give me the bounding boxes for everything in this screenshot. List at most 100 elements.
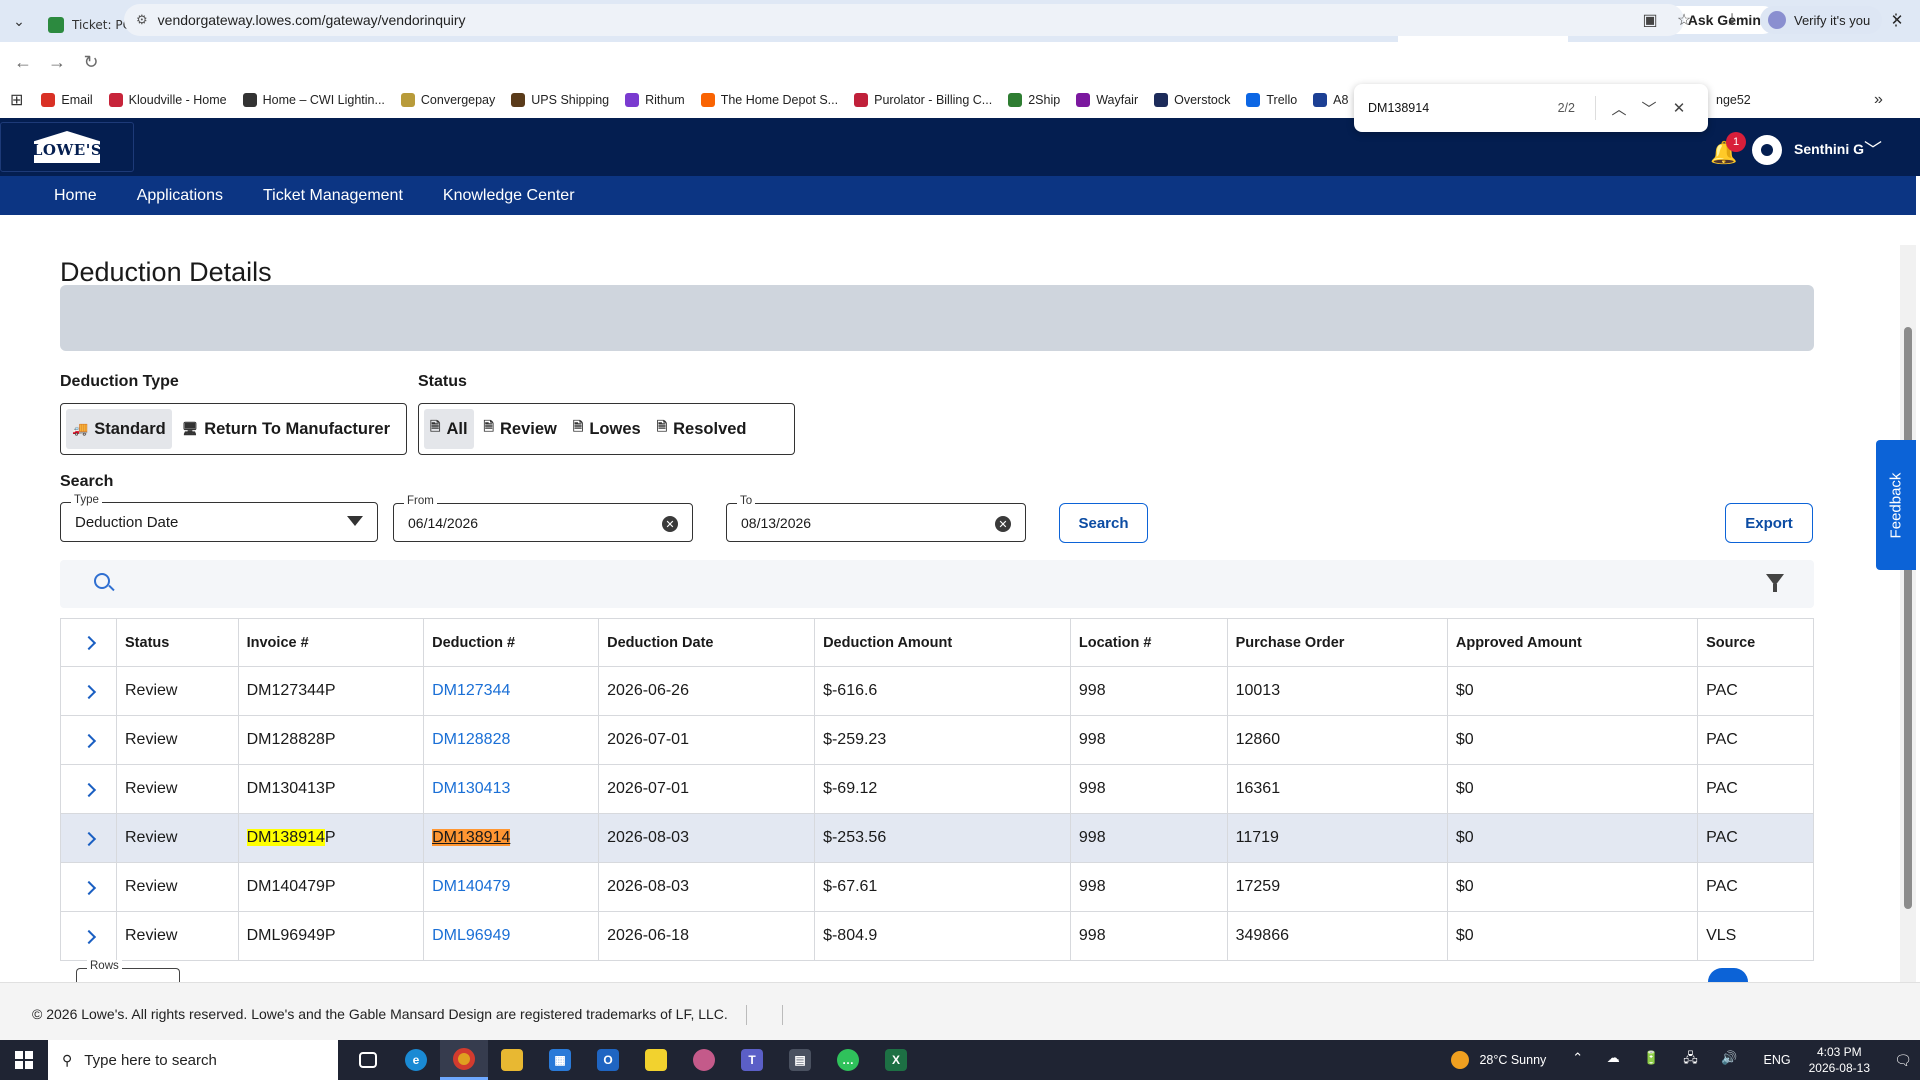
clear-from-icon[interactable]: ✕ [662,516,678,532]
download-icon[interactable]: ⤓ [1716,4,1748,36]
verify-profile-button[interactable]: Verify it's you [1760,6,1883,34]
deduction-link[interactable]: DM127344 [432,682,510,699]
nav-applications[interactable]: Applications [137,187,223,205]
nav-ticket-management[interactable]: Ticket Management [263,187,403,205]
outlook-icon[interactable]: O [584,1040,632,1080]
forward-button[interactable]: → [40,45,74,79]
browser-menu-icon[interactable]: ⋮ [1880,4,1912,36]
bookmark-star-icon[interactable]: ☆ [1668,4,1700,36]
col-approved-amount[interactable]: Approved Amount [1446,618,1699,667]
cell-deduction[interactable]: DML96949 [423,911,600,961]
search-button[interactable]: Search [1059,503,1148,543]
notification-center-icon[interactable]: 🗨 [1886,1052,1920,1069]
nav-home[interactable]: Home [54,187,97,205]
cell-deduction[interactable]: DM127344 [423,666,600,716]
task-view-icon[interactable] [344,1040,392,1080]
line-chat-icon[interactable]: … [824,1040,872,1080]
table-row[interactable]: Review DM140479P DM140479 2026-08-03 $-67.61… [60,862,1814,912]
table-row[interactable]: Review DM128828P DM128828 2026-07-01 $-259.2… [60,715,1814,765]
table-search-bar[interactable] [60,560,1814,608]
row-expand-icon[interactable] [60,911,117,961]
user-name[interactable]: Senthini G [1794,141,1864,157]
file-explorer-icon[interactable] [488,1040,536,1080]
deduction-link[interactable]: DM138914 [432,829,511,846]
bookmark-item[interactable]: Rithum [625,93,685,107]
cell-deduction[interactable]: DM140479 [423,862,600,912]
table-row[interactable]: Review DM127344P DM127344 2026-06-26 $-616.6… [60,666,1814,716]
col-deduction-date[interactable]: Deduction Date [598,618,816,667]
table-row[interactable]: Review DM130413P DM130413 2026-07-01 $-69.12… [60,764,1814,814]
back-button[interactable]: ← [6,45,40,79]
deduction-link[interactable]: DM140479 [432,878,510,895]
table-row[interactable]: Review DM138914P DM138914 2026-08-03 $-253.5… [60,813,1814,863]
bookmark-overflow-label[interactable]: nge52 [1716,93,1751,107]
deduction-type-standard[interactable]: 🚚 Standard [66,409,172,449]
nav-knowledge-center[interactable]: Knowledge Center [443,187,575,205]
rows-per-page-select[interactable]: Rows [76,960,180,982]
edge-icon[interactable]: e [392,1040,440,1080]
page-translate-icon[interactable]: ▣ [1634,4,1666,36]
start-button[interactable] [0,1040,48,1080]
deduction-link[interactable]: DM128828 [432,731,510,748]
bookmark-item[interactable]: Purolator - Billing C... [854,93,992,107]
store-icon[interactable]: ▦ [536,1040,584,1080]
sticky-notes-icon[interactable] [632,1040,680,1080]
teams-icon[interactable]: T [728,1040,776,1080]
bookmarks-more-icon[interactable]: » [1874,91,1883,109]
apps-grid-icon[interactable]: ⊞ [10,90,23,110]
tab-search-icon[interactable]: ⌄ [0,0,38,42]
lowes-logo[interactable]: LOWE'S [0,122,134,172]
cell-deduction[interactable]: DM128828 [423,715,600,765]
row-expand-icon[interactable] [60,666,117,716]
user-menu-chevron-icon[interactable]: ﹀ [1864,136,1882,162]
row-expand-icon[interactable] [60,715,117,765]
bookmark-item[interactable]: Overstock [1154,93,1230,107]
bookmark-item[interactable]: A8 [1313,93,1348,107]
col-invoice[interactable]: Invoice # [237,618,425,667]
pagination-current-page[interactable] [1708,968,1748,982]
status-lowes[interactable]: 🗎 Lowes [567,409,647,449]
excel-icon[interactable]: X [872,1040,920,1080]
export-button[interactable]: Export [1725,503,1813,543]
chrome-icon[interactable] [440,1040,488,1080]
table-row[interactable]: Review DML96949P DML96949 2026-06-18 $-804.9… [60,911,1814,961]
col-purchase-order[interactable]: Purchase Order [1226,618,1448,667]
find-next-icon[interactable]: ﹀ [1634,98,1664,119]
bookmark-item[interactable]: Email [41,93,93,107]
page-scrollbar[interactable] [1900,245,1916,982]
row-expand-icon[interactable] [60,862,117,912]
bookmark-item[interactable]: Wayfair [1076,93,1138,107]
bookmark-item[interactable]: Home – CWI Lightin... [242,93,385,107]
calculator-icon[interactable]: ▤ [776,1040,824,1080]
clear-to-icon[interactable]: ✕ [995,516,1011,532]
to-date-field[interactable]: To 08/13/2026 ✕ [726,495,1026,542]
deduction-link[interactable]: DM130413 [432,780,510,797]
deduction-type-rtm[interactable]: 🖥 Return To Manufacturer [176,409,396,449]
bookmark-item[interactable]: Trello [1246,93,1297,107]
tray-icons[interactable]: ⌃ ☁ 🔋 🖧 🔊 [1572,1049,1747,1071]
col-source[interactable]: Source [1697,618,1814,667]
site-info-icon[interactable]: ⚙ [136,12,148,28]
status-review[interactable]: 🗎 Review [478,409,563,449]
deduction-link[interactable]: DML96949 [432,927,510,944]
status-all[interactable]: 🗎 All [424,409,474,449]
url-bar[interactable]: ⚙ vendorgateway.lowes.com/gateway/vendor… [124,4,1684,36]
reload-button[interactable]: ↻ [74,45,108,79]
bookmark-item[interactable]: UPS Shipping [511,93,609,107]
type-select[interactable]: Type Deduction Date [60,494,378,542]
find-close-icon[interactable]: ✕ [1664,99,1694,117]
cell-deduction[interactable]: DM138914 [423,813,600,863]
col-deduction[interactable]: Deduction # [423,618,600,667]
col-deduction-amount[interactable]: Deduction Amount [814,618,1071,667]
cell-deduction[interactable]: DM130413 [423,764,600,814]
col-status[interactable]: Status [116,618,239,667]
find-previous-icon[interactable]: ︿ [1604,98,1634,119]
search-icon[interactable] [94,573,110,589]
taskbar-search[interactable]: ⚲ Type here to search [48,1040,338,1080]
bookmark-item[interactable]: Kloudville - Home [108,93,227,107]
bookmark-item[interactable]: Convergepay [400,93,495,107]
clock[interactable]: 4:03 PM 2026-08-13 [1809,1044,1870,1076]
col-location[interactable]: Location # [1069,618,1228,667]
from-date-field[interactable]: From 06/14/2026 ✕ [393,495,693,542]
bookmark-item[interactable]: The Home Depot S... [700,93,838,107]
